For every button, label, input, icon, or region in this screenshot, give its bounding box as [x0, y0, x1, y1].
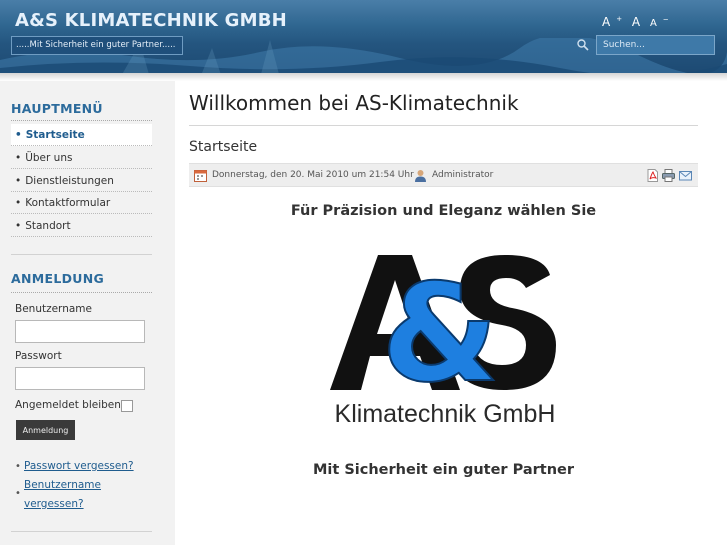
svg-text:&: &	[381, 255, 499, 412]
remember-me-label: Angemeldet bleiben	[15, 399, 121, 411]
site-header: A&S KLIMATECHNIK GMBH .....Mit Sicherhei…	[0, 0, 727, 73]
site-title[interactable]: A&S KLIMATECHNIK GMBH	[15, 10, 287, 31]
forgot-username-link-line2[interactable]: vergessen?	[24, 498, 84, 510]
intro-text: Für Präzision und Eleganz wählen Sie	[290, 203, 597, 219]
bullet: •	[15, 461, 21, 472]
header-shadow	[0, 73, 727, 81]
nav-item-label: Dienstleistungen	[25, 175, 114, 187]
pdf-icon[interactable]	[646, 169, 659, 182]
nav-item-kontaktformular[interactable]: • Kontaktformular	[11, 192, 152, 214]
article-date: Donnerstag, den 20. Mai 2010 um 21:54 Uh…	[212, 170, 414, 180]
heading-divider	[189, 125, 698, 126]
login-button[interactable]: Anmeldung	[16, 420, 75, 440]
nav-item-ueber-uns[interactable]: • Über uns	[11, 147, 152, 169]
password-label: Passwort	[15, 350, 62, 362]
login-heading: ANMELDUNG	[11, 271, 105, 286]
logo-subtitle: Klimatechnik GmbH	[335, 400, 556, 428]
nav-item-standort[interactable]: • Standort	[11, 215, 152, 237]
nav-item-label: Standort	[25, 220, 71, 232]
password-field[interactable]	[15, 367, 145, 390]
bullet: •	[15, 220, 22, 232]
print-icon[interactable]	[662, 169, 675, 182]
nav-item-startseite[interactable]: • Startseite	[11, 124, 152, 146]
article-meta-bar: Donnerstag, den 20. Mai 2010 um 21:54 Uh…	[189, 163, 698, 187]
calendar-icon	[194, 170, 207, 182]
article-author: Administrator	[432, 170, 494, 180]
section-divider	[11, 254, 152, 255]
username-field[interactable]	[15, 320, 145, 343]
section-divider	[11, 531, 152, 532]
forgot-password-link[interactable]: Passwort vergessen?	[24, 460, 134, 472]
main-menu-heading: HAUPTMENÜ	[11, 101, 103, 116]
font-size-controls: A + A A −	[602, 15, 675, 29]
nav-item-label: Über uns	[25, 152, 73, 164]
bullet: •	[15, 175, 22, 187]
font-decrease-button[interactable]: A −	[650, 16, 669, 29]
username-label: Benutzername	[15, 303, 92, 315]
font-reset-button[interactable]: A	[632, 15, 640, 29]
nav-item-label: Startseite	[25, 129, 85, 141]
sidebar: HAUPTMENÜ • Startseite • Über uns • Dienstl…	[0, 81, 175, 545]
nav-item-dienstleistungen[interactable]: • Dienstleistungen	[11, 170, 152, 192]
user-icon	[415, 170, 426, 182]
remember-me-checkbox[interactable]	[121, 400, 133, 412]
font-increase-button[interactable]: A +	[602, 15, 622, 29]
company-logo: & Klimatechnik GmbH	[330, 254, 556, 428]
forgot-username-link-line1[interactable]: Benutzername	[24, 479, 101, 491]
search-icon	[577, 39, 589, 51]
bullet: •	[15, 152, 22, 164]
email-icon[interactable]	[679, 169, 692, 182]
page-title: Willkommen bei AS-Klimatechnik	[189, 91, 519, 115]
article-title[interactable]: Startseite	[189, 139, 257, 155]
bullet: •	[15, 488, 21, 499]
divider	[11, 292, 152, 293]
search-input[interactable]	[596, 35, 715, 55]
divider	[11, 120, 152, 121]
nav-item-label: Kontaktformular	[25, 197, 111, 209]
bullet: •	[15, 197, 22, 209]
bullet: •	[15, 129, 22, 141]
site-tagline: .....Mit Sicherheit ein guter Partner...…	[11, 36, 183, 55]
closing-text: Mit Sicherheit ein guter Partner	[312, 462, 575, 478]
